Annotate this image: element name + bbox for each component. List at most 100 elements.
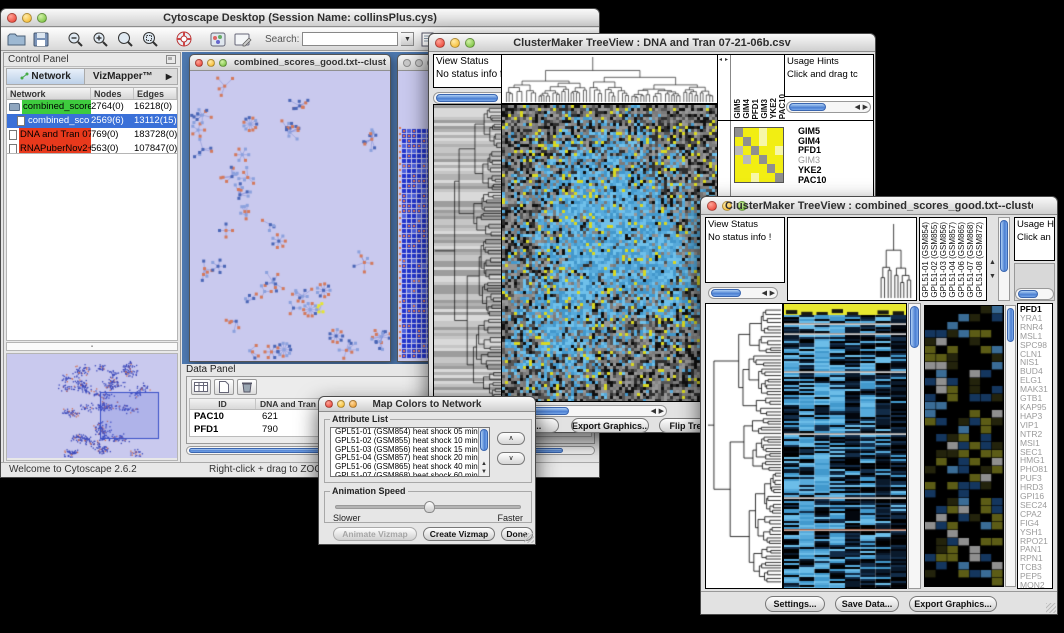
tv1-titlebar[interactable]: ClusterMaker TreeView : DNA and Tran 07-… [429, 34, 875, 52]
attribute-list-item[interactable]: GPL51-07 (GSM868) heat shock 60 min [333, 472, 478, 477]
scroll-right-icon[interactable]: ▶ [863, 102, 868, 112]
frame2-close-icon[interactable] [403, 59, 411, 67]
tab-overflow-icon[interactable]: ▶ [161, 69, 177, 84]
resize-grip[interactable] [524, 533, 534, 543]
zoom-fit-icon[interactable] [114, 30, 136, 48]
vizmapper-icon[interactable] [207, 30, 229, 48]
frame-close-icon[interactable] [195, 59, 203, 67]
search-dropdown-icon[interactable]: ▼ [401, 32, 414, 46]
move-up-button[interactable]: ∧ [497, 432, 525, 445]
usage-hints-title: Usage Hi [1015, 218, 1054, 231]
animation-speed-slider[interactable] [335, 505, 521, 509]
resize-grip[interactable] [1046, 603, 1056, 613]
tv2-status-hscrollbar[interactable]: ◀▶ [708, 287, 778, 299]
animate-vizmap-button[interactable]: Animate Vizmap [333, 527, 417, 541]
scroll-up-icon[interactable]: ▲ [479, 460, 489, 468]
move-down-button[interactable]: ∨ [497, 452, 525, 465]
mini-heatmap-cell [743, 155, 751, 164]
close-icon[interactable] [7, 13, 17, 23]
close-icon[interactable] [707, 201, 717, 211]
strip-right-icon[interactable]: ▸ [725, 57, 728, 64]
frame-zoom-icon[interactable] [219, 59, 227, 67]
tv2-usage-hscrollbar[interactable] [1015, 288, 1054, 300]
delete-attribute-icon[interactable] [237, 379, 257, 395]
tv1-usage-hscrollbar[interactable]: ◀▶ [786, 101, 871, 113]
control-panel-title: Control Panel [8, 54, 69, 65]
tv2-heatmap-vscrollbar[interactable] [908, 303, 921, 589]
animation-speed-label: Animation Speed [330, 486, 408, 496]
network-type-icon [17, 116, 25, 126]
mini-heatmap-cell [751, 173, 759, 182]
network-table-row[interactable]: DNA and Tran 07 769(0) 183728(0) [7, 128, 177, 142]
tv2-heatmap[interactable] [783, 303, 907, 589]
tv2-titlebar[interactable]: ClusterMaker TreeView : combined_scores_… [701, 197, 1057, 215]
mini-heatmap-cell [767, 128, 775, 137]
create-vizmap-button[interactable]: Create Vizmap [423, 527, 495, 541]
mini-heatmap-cell [767, 146, 775, 155]
birdseye-view[interactable] [6, 353, 178, 461]
tv2-gene-vscrollbar[interactable] [1005, 305, 1016, 587]
scroll-down-icon[interactable]: ▼ [479, 468, 489, 476]
close-icon[interactable] [435, 38, 445, 48]
attribute-select-icon[interactable] [191, 379, 211, 395]
network-table-row[interactable]: combined_scores 2764(0) 16218(0) [7, 100, 177, 114]
tab-network[interactable]: Network [7, 69, 85, 84]
frame-minimize-icon[interactable] [207, 59, 215, 67]
zoom-out-icon[interactable] [64, 30, 86, 48]
birdseye-canvas [7, 354, 177, 458]
attribute-list-vscrollbar[interactable]: ▲▼ [478, 428, 489, 476]
tv1-column-dendrogram[interactable] [501, 54, 718, 104]
attribute-list[interactable]: GPL51-01 (GSM854) heat shock 05 minGPL51… [330, 427, 490, 477]
zoom-in-icon[interactable] [89, 30, 111, 48]
gene-label[interactable]: MON2 [1020, 581, 1052, 589]
mini-heatmap-cell [775, 146, 783, 155]
scroll-right-icon[interactable]: ▶ [770, 288, 775, 298]
zoom-selected-icon[interactable] [139, 30, 161, 48]
float-panel-icon[interactable] [166, 55, 176, 67]
status-welcome: Welcome to Cytoscape 2.6.2 [9, 463, 137, 477]
close-icon[interactable] [325, 400, 333, 408]
tv2-zoom-heatmap[interactable] [924, 305, 1004, 587]
mini-heatmap-cell [735, 128, 743, 137]
network-table-row[interactable]: combined_sco 2569(6) 13112(15) [7, 114, 177, 128]
tv1-mini-heatmap[interactable] [734, 127, 784, 183]
save-icon[interactable] [30, 30, 52, 48]
strip-left-icon[interactable]: ◂ [719, 57, 722, 64]
dialog-titlebar[interactable]: Map Colors to Network [319, 397, 535, 412]
network-view-canvas[interactable] [190, 71, 390, 361]
tv2-export-graphics-button[interactable]: Export Graphics... [909, 596, 997, 612]
tv1-export-graphics-button[interactable]: Export Graphics... [571, 418, 649, 433]
tv1-row-dendrogram[interactable] [433, 104, 503, 402]
tv1-heatmap[interactable] [501, 104, 718, 402]
tab-vizmapper[interactable]: VizMapper™ [85, 69, 162, 84]
mini-heatmap-cell [767, 173, 775, 182]
tv2-labels-vscrollbar[interactable] [998, 217, 1010, 301]
labels-up-icon[interactable]: ▲ [989, 259, 996, 266]
birdseye-divider[interactable]: ▪ [6, 342, 178, 351]
mini-heatmap-cell [767, 164, 775, 173]
frame2-minimize-icon[interactable] [415, 59, 423, 67]
search-input[interactable] [302, 32, 398, 46]
mini-heatmap-cell [743, 146, 751, 155]
mini-heatmap-cell [735, 137, 743, 146]
scroll-left-icon[interactable]: ◀ [651, 406, 656, 416]
annotation-icon[interactable] [232, 30, 254, 48]
open-file-icon[interactable] [5, 30, 27, 48]
scroll-left-icon[interactable]: ◀ [855, 102, 860, 112]
scroll-right-icon[interactable]: ▶ [659, 406, 664, 416]
mini-heatmap-cell [735, 146, 743, 155]
tv2-settings-button[interactable]: Settings... [765, 596, 825, 612]
tv2-column-dendrogram[interactable] [787, 217, 917, 301]
main-titlebar[interactable]: Cytoscape Desktop (Session Name: collins… [1, 9, 599, 27]
slider-thumb[interactable] [424, 501, 435, 513]
tv2-save-data-button[interactable]: Save Data... [835, 596, 899, 612]
slower-label: Slower [333, 513, 361, 523]
labels-down-icon[interactable]: ▼ [989, 273, 996, 280]
tv1-row-labels: GIM5GIM4PFD1GIM3YKE2PAC10 [798, 127, 826, 185]
frame-titlebar[interactable]: combined_scores_good.txt--cluste... [190, 55, 390, 71]
network-view-frame[interactable]: combined_scores_good.txt--cluste... [189, 54, 391, 362]
help-ring-icon[interactable] [173, 30, 195, 48]
scroll-left-icon[interactable]: ◀ [762, 288, 767, 298]
tv2-row-dendrogram[interactable] [705, 303, 783, 589]
new-attribute-icon[interactable] [214, 379, 234, 395]
